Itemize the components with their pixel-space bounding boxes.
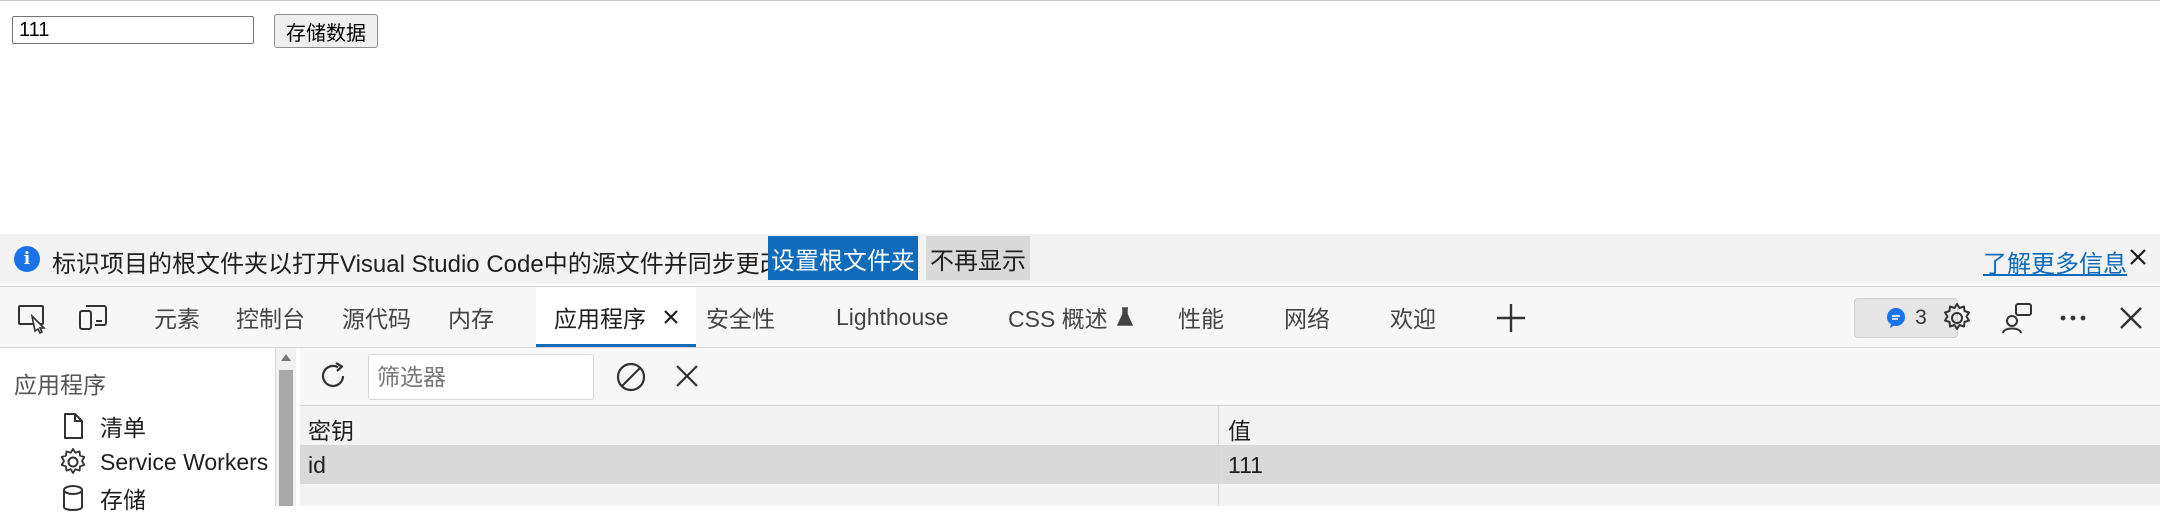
tab-label: 应用程序 <box>554 306 646 332</box>
feedback-icon[interactable] <box>2000 301 2034 335</box>
column-divider[interactable] <box>1218 406 1219 506</box>
scroll-up-icon[interactable] <box>280 352 292 362</box>
close-icon[interactable] <box>2123 242 2153 272</box>
database-icon <box>63 485 83 511</box>
filter-input[interactable] <box>368 354 594 400</box>
close-devtools-icon[interactable] <box>2114 301 2148 335</box>
cell-value: 111 <box>1228 452 1263 478</box>
tab-label: CSS 概述 <box>1008 306 1108 332</box>
tab-memory[interactable]: 内存 <box>448 287 494 347</box>
column-header-value[interactable]: 值 <box>1228 412 1251 446</box>
top-border <box>0 0 2160 1</box>
tab-performance[interactable]: 性能 <box>1178 287 1224 347</box>
tab-welcome[interactable]: 欢迎 <box>1390 287 1436 347</box>
tab-elements[interactable]: 元素 <box>154 287 200 347</box>
plus-icon[interactable] <box>1494 301 1528 335</box>
refresh-icon[interactable] <box>316 359 350 393</box>
devtools-toolbar: 元素 控制台 源代码 内存 应用程序 安全性 Lighthouse CSS 概述… <box>0 286 2160 348</box>
sidebar-item-storage[interactable]: 存储 <box>58 482 146 514</box>
table-row[interactable]: id 111 <box>300 446 2160 484</box>
close-tab-icon[interactable] <box>662 308 680 326</box>
tab-label: 欢迎 <box>1390 306 1436 332</box>
tab-label: 内存 <box>448 306 494 332</box>
tab-sources[interactable]: 源代码 <box>342 287 411 347</box>
tab-lighthouse[interactable]: Lighthouse <box>836 287 949 347</box>
delete-selected-icon[interactable] <box>672 361 702 391</box>
sidebar-header: 应用程序 <box>14 372 106 398</box>
storage-toolbar <box>300 348 2160 406</box>
gear-icon <box>60 448 86 474</box>
column-header-key[interactable]: 密钥 <box>308 412 354 446</box>
table-header: 密钥 值 <box>300 406 2160 446</box>
sidebar-item-service-workers[interactable]: Service Workers <box>58 446 268 478</box>
sidebar-item-manifest[interactable]: 清单 <box>58 410 146 442</box>
tab-label: 安全性 <box>706 306 775 332</box>
tab-css-overview[interactable]: CSS 概述 <box>1008 287 1134 347</box>
device-emulation-icon[interactable] <box>76 301 110 335</box>
tab-label: 网络 <box>1284 306 1330 332</box>
chat-bubble-icon <box>1887 308 1906 328</box>
tab-security[interactable]: 安全性 <box>706 287 775 347</box>
info-icon: i <box>14 246 40 272</box>
sidebar-item-label: Service Workers <box>100 448 269 475</box>
sidebar-item-label: 清单 <box>100 415 146 441</box>
learn-more-link[interactable]: 了解更多信息 <box>1983 244 2127 279</box>
sidebar-scrollbar[interactable] <box>276 348 296 506</box>
scroll-thumb[interactable] <box>279 370 293 506</box>
data-input[interactable] <box>12 16 254 44</box>
tab-label: Lighthouse <box>836 303 949 330</box>
tab-network[interactable]: 网络 <box>1284 287 1330 347</box>
devtools-infobar: i 标识项目的根文件夹以打开Visual Studio Code中的源文件并同步… <box>0 234 2160 284</box>
more-options-icon[interactable] <box>2056 301 2090 335</box>
inspect-element-icon[interactable] <box>16 301 50 335</box>
sidebar-item-label: 存储 <box>100 487 146 513</box>
issues-count: 3 <box>1915 306 1927 329</box>
gear-icon[interactable] <box>1940 301 1974 335</box>
tab-application[interactable]: 应用程序 <box>536 287 696 347</box>
document-icon <box>64 413 83 439</box>
experimental-flask-icon <box>1116 307 1133 326</box>
infobar-message: 标识项目的根文件夹以打开Visual Studio Code中的源文件并同步更改… <box>52 251 808 278</box>
dont-show-again-button[interactable]: 不再显示 <box>926 236 1030 280</box>
tab-label: 控制台 <box>236 306 305 332</box>
cell-key: id <box>308 452 326 478</box>
tab-label: 元素 <box>154 306 200 332</box>
clear-all-icon[interactable] <box>614 360 648 394</box>
tab-label: 性能 <box>1178 306 1224 332</box>
tab-label: 源代码 <box>342 306 411 332</box>
tab-console[interactable]: 控制台 <box>236 287 305 347</box>
table-row-empty <box>300 484 2160 506</box>
store-data-button[interactable]: 存储数据 <box>274 14 378 48</box>
storage-table: 密钥 值 id 111 <box>300 406 2160 506</box>
application-sidebar: 应用程序 清单 Service Workers 存储 <box>0 348 276 513</box>
set-root-folder-button[interactable]: 设置根文件夹 <box>768 236 918 280</box>
